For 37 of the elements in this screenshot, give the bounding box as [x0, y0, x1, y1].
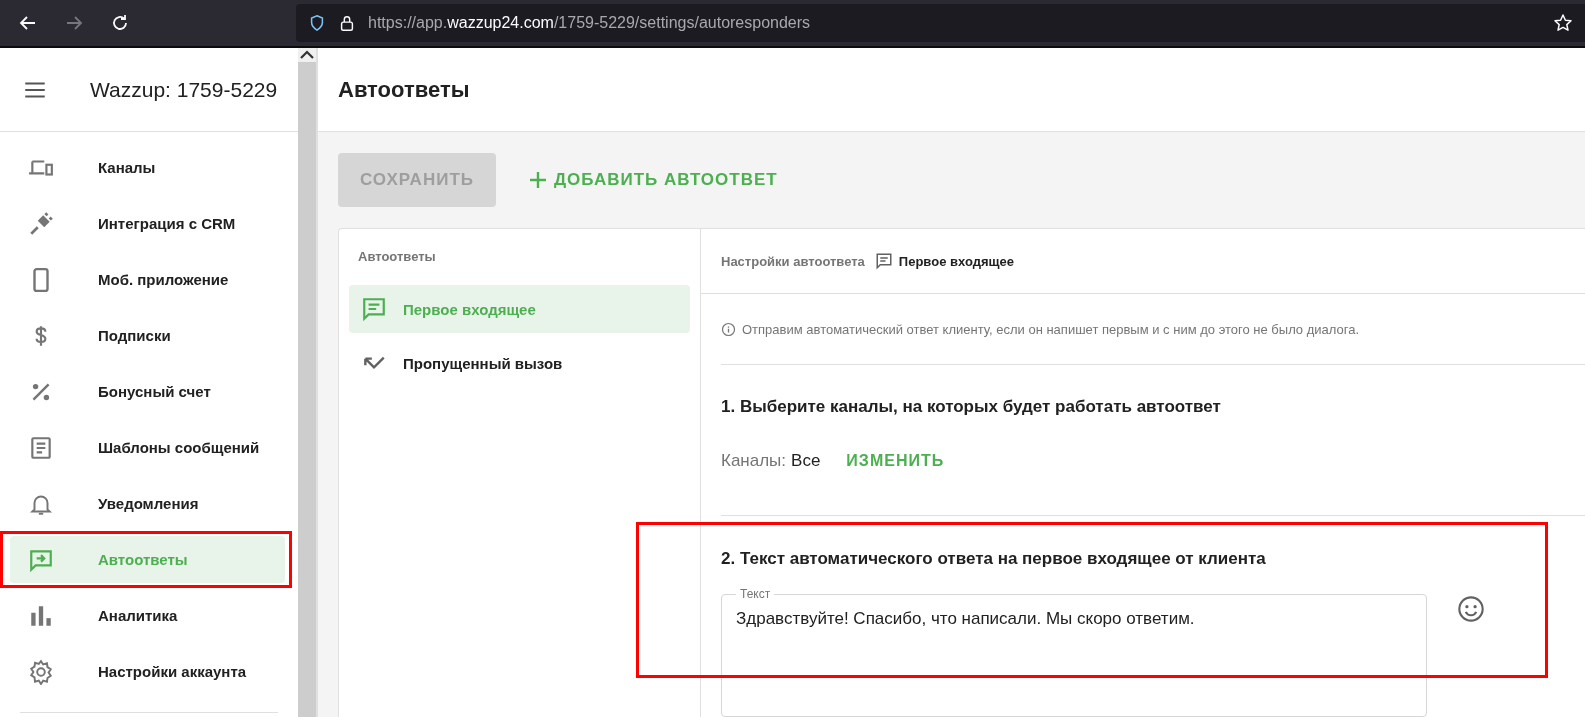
plug-icon: [28, 210, 54, 237]
document-icon: [28, 434, 54, 461]
sidebar-item[interactable]: Моб. приложение: [10, 256, 285, 303]
reload-icon[interactable]: [110, 13, 130, 33]
info-text: Отправим автоматический ответ клиенту, если он напишет первым и с ним до этого не было диалога.: [742, 321, 1360, 337]
account-title: Wazzup: 1759-5229: [90, 77, 278, 102]
sidebar-item[interactable]: Бонусный счет: [10, 368, 285, 415]
channels-value: Все: [791, 451, 821, 472]
bookmark-star-icon[interactable]: [1553, 13, 1573, 33]
message-icon: [361, 296, 387, 322]
sidebar-item[interactable]: Подписки: [10, 312, 285, 359]
sidebar-item[interactable]: Каналы: [10, 144, 285, 191]
smiley-icon[interactable]: [1457, 595, 1485, 623]
breadcrumb-label: Настройки автоответа: [721, 253, 865, 269]
info-icon: [721, 321, 736, 337]
section-title: 2. Текст автоматического ответа на первое входящее от клиента: [721, 549, 1267, 569]
autoresponder-item[interactable]: Пропущенный вызов: [349, 339, 690, 387]
sidebar-item[interactable]: Аналитика: [10, 592, 285, 639]
sidebar-item[interactable]: Шаблоны сообщений: [10, 424, 285, 471]
text-field[interactable]: Текст Здравствуйте! Спасибо, что написали. Мы скоро ответим.: [721, 587, 1427, 717]
list-title: Автоответы: [357, 249, 437, 266]
plus-icon: [528, 170, 548, 190]
lock-icon: [338, 14, 356, 32]
page-title: Автоответы: [338, 76, 470, 103]
channels-label: Каналы:: [721, 451, 787, 472]
address-bar[interactable]: https://app.wazzup24.com/1759-5229/settings/autoresponders: [296, 4, 1585, 42]
sidebar-item[interactable]: Интеграция с CRM: [10, 200, 285, 247]
scroll-up-icon[interactable]: [298, 48, 316, 62]
url-text: https://app.wazzup24.com/1759-5229/settings/autoresponders: [368, 14, 812, 32]
shield-icon: [308, 14, 326, 32]
current-autoresponder: Первое входящее: [898, 253, 1014, 269]
sidebar-item[interactable]: Уведомления: [10, 480, 285, 527]
settings-icon: [28, 658, 54, 685]
sidebar-item[interactable]: Настройки аккаунта: [10, 648, 285, 695]
section-title: 1. Выберите каналы, на которых будет работать автоответ: [721, 397, 1222, 418]
message-icon: [874, 252, 893, 271]
scrollbar[interactable]: [298, 48, 318, 717]
